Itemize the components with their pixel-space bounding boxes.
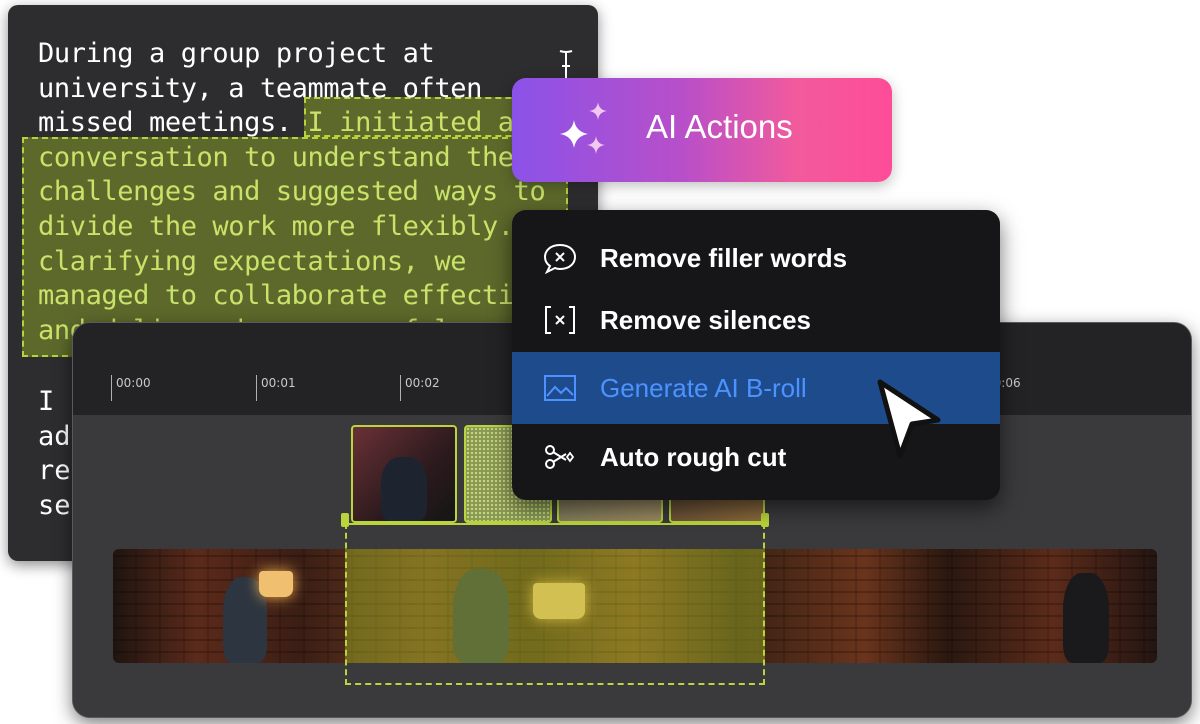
ruler-label: 00:00 xyxy=(116,376,151,390)
menu-item-label: Remove silences xyxy=(600,305,812,335)
selection-handle-right[interactable] xyxy=(761,513,769,527)
scissors-icon xyxy=(545,445,575,469)
video-subject xyxy=(1063,573,1109,663)
sparkle-icon xyxy=(560,102,607,154)
speech-bubble-x-icon xyxy=(543,243,577,274)
ai-actions-button[interactable]: AI Actions xyxy=(512,78,892,182)
menu-item-label: Auto rough cut xyxy=(600,442,787,472)
ruler-tick xyxy=(111,375,112,401)
ruler-label: 00:01 xyxy=(261,376,296,390)
selection-handle-left[interactable] xyxy=(341,513,349,527)
timeline-selection-frame[interactable] xyxy=(345,523,765,685)
menu-item-remove-silences[interactable]: Remove silences xyxy=(512,286,1000,354)
ruler-label: 00:02 xyxy=(405,376,440,390)
menu-item-label: Remove filler words xyxy=(600,243,848,273)
clip-subject xyxy=(381,457,427,521)
transcript-selected-text[interactable]: I initiated a conversation to understand… xyxy=(38,107,593,346)
menu-item-remove-filler-words[interactable]: Remove filler words xyxy=(512,224,1000,292)
ruler-tick xyxy=(256,375,257,401)
ruler-tick xyxy=(400,375,401,401)
ai-actions-label: AI Actions xyxy=(646,108,793,145)
image-icon xyxy=(544,375,576,401)
broll-clip[interactable] xyxy=(351,425,457,523)
mouse-pointer-icon xyxy=(877,379,941,459)
menu-item-label: Generate AI B-roll xyxy=(600,373,807,403)
lamp-icon xyxy=(259,571,293,597)
bracket-x-icon xyxy=(545,306,575,334)
